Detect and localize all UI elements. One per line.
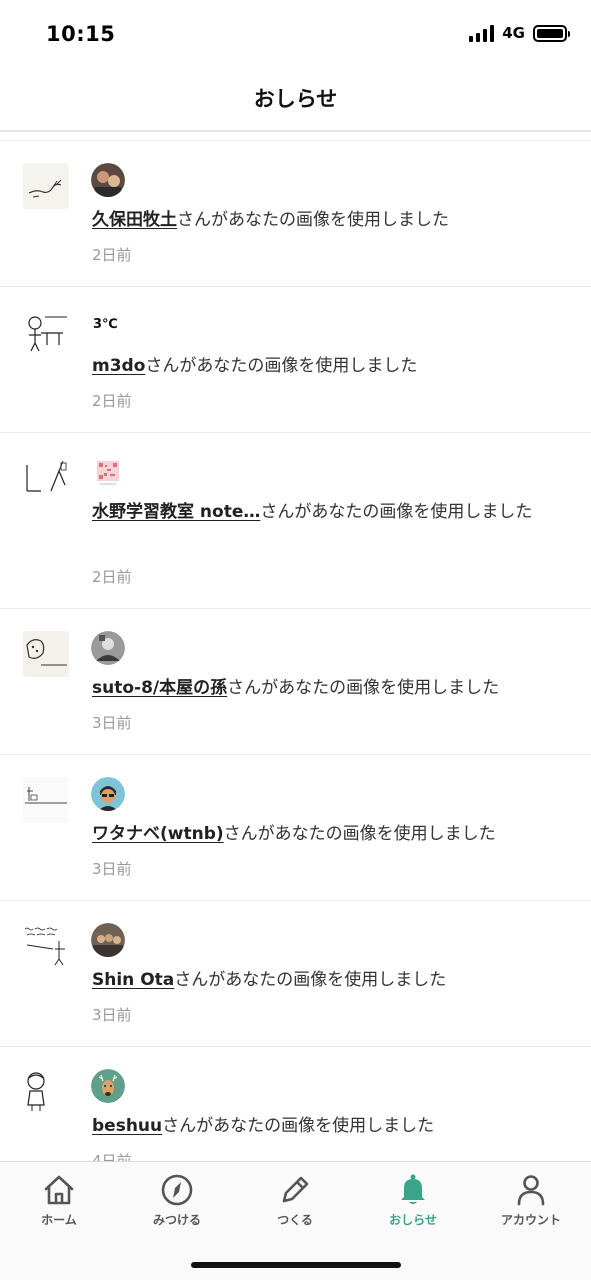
user-link[interactable]: m3do: [92, 356, 145, 376]
notification-message: 久保田牧土さんがあなたの画像を使用しました: [92, 205, 565, 235]
notification-item[interactable]: ワタナベ(wtnb)さんがあなたの画像を使用しました 3日前: [0, 755, 591, 901]
battery-icon: [533, 24, 570, 42]
user-link[interactable]: suto-8/本屋の孫: [92, 678, 227, 698]
bread-sketch-icon[interactable]: [23, 631, 69, 677]
notification-message: 水野学習教室 note…さんがあなたの画像を使用しました: [92, 497, 565, 527]
notification-item[interactable]: 3℃ m3doさんがあなたの画像を使用しました 2日前: [0, 287, 591, 433]
notification-item[interactable]: beshuuさんがあなたの画像を使用しました 4日前: [0, 1047, 591, 1161]
user-link[interactable]: ワタナベ(wtnb): [92, 824, 224, 844]
person-desk-sketch-icon[interactable]: [23, 309, 69, 355]
page-title: おしらせ: [253, 87, 338, 111]
message-text: さんがあなたの画像を使用しました: [162, 1116, 435, 1136]
header-divider: [0, 132, 591, 141]
user-photo-icon[interactable]: [91, 631, 125, 665]
message-text: さんがあなたの画像を使用しました: [174, 970, 447, 990]
user-link[interactable]: Shin Ota: [92, 970, 174, 990]
tab-label: おしらせ: [389, 1213, 437, 1227]
nav-header: おしらせ: [0, 66, 591, 132]
message-text: さんがあなたの画像を使用しました: [223, 824, 496, 844]
avatar-text[interactable]: 3℃: [93, 317, 118, 332]
user-link[interactable]: 久保田牧土: [92, 210, 177, 230]
tab-home[interactable]: ホーム: [0, 1172, 118, 1232]
room-sketch-icon[interactable]: [23, 777, 69, 823]
pencil-icon: [282, 1176, 309, 1203]
user-illustration-icon[interactable]: [91, 777, 125, 811]
girl-sketch-icon[interactable]: [23, 1069, 69, 1115]
notification-item[interactable]: suto-8/本屋の孫さんがあなたの画像を使用しました 3日前: [0, 609, 591, 755]
user-photo-icon[interactable]: [91, 923, 125, 957]
notification-list[interactable]: 久保田牧土さんがあなたの画像を使用しました 2日前 3℃ m3doさんがあなたの…: [0, 141, 591, 1161]
qr-code-icon[interactable]: [91, 455, 125, 489]
status-time: 10:15: [46, 22, 116, 46]
notification-item[interactable]: 久保田牧土さんがあなたの画像を使用しました 2日前: [0, 141, 591, 287]
user-photo-icon[interactable]: [91, 163, 125, 197]
notification-message: Shin Otaさんがあなたの画像を使用しました: [92, 965, 565, 995]
tab-label: みつける: [152, 1213, 201, 1227]
message-text: さんがあなたの画像を使用しました: [227, 678, 500, 698]
message-text: さんがあなたの画像を使用しました: [145, 356, 418, 376]
message-text: さんがあなたの画像を使用しました: [260, 502, 533, 522]
deer-icon[interactable]: [91, 1069, 125, 1103]
user-link[interactable]: beshuu: [92, 1116, 162, 1136]
home-indicator[interactable]: [191, 1262, 401, 1268]
summer-vacation-sketch-icon[interactable]: [23, 923, 69, 969]
notification-message: ワタナベ(wtnb)さんがあなたの画像を使用しました: [92, 819, 565, 849]
tab-bar: ホーム みつける つくる おしらせ アカウント: [0, 1161, 591, 1280]
notification-message: suto-8/本屋の孫さんがあなたの画像を使用しました: [92, 673, 565, 703]
notification-message: beshuuさんがあなたの画像を使用しました: [92, 1111, 565, 1141]
tab-discover[interactable]: みつける: [118, 1172, 236, 1232]
timestamp: 3日前: [92, 1006, 132, 1024]
tab-account[interactable]: アカウント: [472, 1172, 590, 1232]
network-type: 4G: [502, 24, 525, 42]
notification-item[interactable]: 水野学習教室 note…さんがあなたの画像を使用しました 2日前: [0, 433, 591, 609]
arm-sketch-icon[interactable]: [23, 163, 69, 209]
notification-message: m3doさんがあなたの画像を使用しました: [92, 351, 565, 381]
user-link[interactable]: 水野学習教室 note…: [92, 502, 260, 522]
tab-label: アカウント: [500, 1213, 561, 1227]
timestamp: 2日前: [92, 392, 132, 410]
tab-create[interactable]: つくる: [236, 1172, 354, 1232]
message-text: さんがあなたの画像を使用しました: [177, 210, 449, 230]
status-indicators: 4G: [469, 24, 570, 42]
person-icon: [517, 1175, 545, 1206]
timestamp: 4日前: [92, 1152, 132, 1161]
compass-icon: [161, 1174, 193, 1206]
notification-item[interactable]: Shin Otaさんがあなたの画像を使用しました 3日前: [0, 901, 591, 1047]
timestamp: 3日前: [92, 860, 132, 878]
timestamp: 2日前: [92, 568, 132, 586]
waving-sketch-icon[interactable]: [23, 455, 69, 501]
status-bar: 10:15 4G: [0, 0, 591, 66]
bell-icon: [401, 1174, 425, 1204]
tab-label: ホーム: [41, 1213, 77, 1227]
tab-notifications[interactable]: おしらせ: [354, 1172, 472, 1232]
timestamp: 3日前: [92, 714, 132, 732]
tab-label: つくる: [277, 1213, 313, 1227]
timestamp: 2日前: [92, 246, 132, 264]
home-icon: [44, 1175, 74, 1205]
signal-icon: [469, 24, 495, 42]
